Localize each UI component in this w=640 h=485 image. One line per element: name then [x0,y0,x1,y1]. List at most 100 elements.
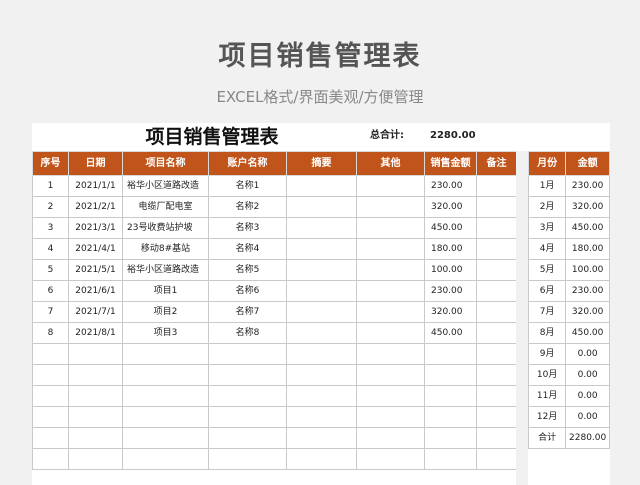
cell-month[interactable]: 1月 [527,175,567,197]
cell-summary[interactable] [286,175,357,197]
cell-summary[interactable] [286,238,357,260]
cell-date[interactable] [68,364,123,386]
cell-remark[interactable] [476,322,517,344]
cell-account-name[interactable]: 名称5 [208,259,287,281]
cell-sales-amount[interactable]: 100.00 [424,259,477,281]
cell-index[interactable] [32,406,69,428]
column-header[interactable]: 销售金额 [424,151,477,176]
cell-sales-amount[interactable] [424,343,477,365]
cell-project-name[interactable]: 移动8#基站 [122,238,209,260]
cell-summary[interactable] [286,343,357,365]
cell-month[interactable]: 10月 [527,364,567,386]
cell-month[interactable]: 8月 [527,322,567,344]
cell-account-name[interactable]: 名称7 [208,301,287,323]
cell-month[interactable]: 5月 [527,259,567,281]
cell-date[interactable]: 2021/5/1 [68,259,123,281]
cell-account-name[interactable] [208,385,287,407]
cell-month[interactable]: 2月 [527,196,567,218]
cell-other[interactable] [356,301,425,323]
cell-month-amount[interactable]: 230.00 [565,175,610,197]
cell-remark[interactable] [476,343,517,365]
cell-month[interactable]: 合计 [527,427,567,449]
cell-other[interactable] [356,364,425,386]
cell-month-amount[interactable]: 2280.00 [565,427,610,449]
cell-remark[interactable] [476,385,517,407]
cell-account-name[interactable]: 名称3 [208,217,287,239]
cell-date[interactable] [68,427,123,449]
cell-month[interactable]: 4月 [527,238,567,260]
cell-date[interactable] [68,385,123,407]
cell-index[interactable]: 1 [32,175,69,197]
cell-remark[interactable] [476,301,517,323]
cell-project-name[interactable] [122,427,209,449]
cell-sales-amount[interactable]: 450.00 [424,322,477,344]
cell-sales-amount[interactable]: 180.00 [424,238,477,260]
cell-month[interactable]: 3月 [527,217,567,239]
cell-month[interactable]: 12月 [527,406,567,428]
cell-month[interactable]: 6月 [527,280,567,302]
cell-index[interactable] [32,427,69,449]
cell-month[interactable]: 9月 [527,343,567,365]
cell-remark[interactable] [476,364,517,386]
cell-remark[interactable] [476,238,517,260]
cell-month-amount[interactable]: 100.00 [565,259,610,281]
cell-account-name[interactable]: 名称2 [208,196,287,218]
cell-month-amount[interactable]: 0.00 [565,343,610,365]
cell-summary[interactable] [286,217,357,239]
cell-other[interactable] [356,322,425,344]
cell-other[interactable] [356,385,425,407]
cell-sales-amount[interactable] [424,385,477,407]
cell-other[interactable] [356,217,425,239]
cell-index[interactable]: 2 [32,196,69,218]
cell-month-amount[interactable]: 320.00 [565,196,610,218]
cell-sales-amount[interactable]: 450.00 [424,217,477,239]
cell-month-amount[interactable]: 0.00 [565,364,610,386]
cell-summary[interactable] [286,259,357,281]
cell-project-name[interactable]: 裕华小区道路改造 [122,175,209,197]
cell-account-name[interactable] [208,427,287,449]
cell-month-amount[interactable]: 230.00 [565,280,610,302]
cell-month-amount[interactable]: 450.00 [565,322,610,344]
cell-project-name[interactable] [122,343,209,365]
column-header[interactable]: 日期 [68,151,123,176]
cell-project-name[interactable]: 裕华小区道路改造 [122,259,209,281]
cell-other[interactable] [356,238,425,260]
cell-account-name[interactable] [208,448,287,470]
cell-index[interactable] [32,385,69,407]
cell-other[interactable] [356,343,425,365]
cell-remark[interactable] [476,217,517,239]
cell-index[interactable] [32,364,69,386]
cell-month-amount[interactable]: 0.00 [565,406,610,428]
cell-month[interactable]: 7月 [527,301,567,323]
cell-project-name[interactable]: 项目3 [122,322,209,344]
cell-other[interactable] [356,175,425,197]
cell-project-name[interactable] [122,406,209,428]
cell-remark[interactable] [476,259,517,281]
cell-project-name[interactable] [122,364,209,386]
cell-project-name[interactable] [122,385,209,407]
cell-month-amount[interactable]: 320.00 [565,301,610,323]
column-header[interactable]: 账户名称 [208,151,287,176]
cell-summary[interactable] [286,427,357,449]
cell-summary[interactable] [286,385,357,407]
column-header[interactable]: 金额 [565,151,610,176]
grand-total-value[interactable]: 2280.00 [430,127,476,145]
cell-project-name[interactable]: 项目1 [122,280,209,302]
cell-index[interactable]: 5 [32,259,69,281]
cell-sales-amount[interactable] [424,406,477,428]
cell-index[interactable] [32,448,69,470]
cell-date[interactable]: 2021/2/1 [68,196,123,218]
cell-date[interactable]: 2021/7/1 [68,301,123,323]
cell-account-name[interactable]: 名称6 [208,280,287,302]
cell-remark[interactable] [476,427,517,449]
cell-index[interactable] [32,343,69,365]
cell-remark[interactable] [476,175,517,197]
cell-account-name[interactable]: 名称1 [208,175,287,197]
cell-index[interactable]: 7 [32,301,69,323]
cell-date[interactable]: 2021/4/1 [68,238,123,260]
cell-remark[interactable] [476,448,517,470]
cell-date[interactable]: 2021/1/1 [68,175,123,197]
cell-date[interactable]: 2021/6/1 [68,280,123,302]
cell-sales-amount[interactable] [424,427,477,449]
cell-index[interactable]: 8 [32,322,69,344]
